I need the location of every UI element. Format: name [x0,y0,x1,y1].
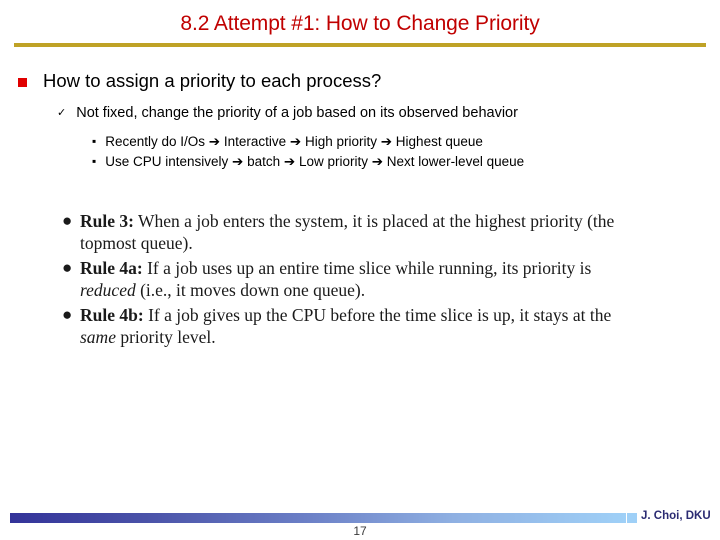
square-bullet-icon [18,78,27,87]
bullet-level1: How to assign a priority to each process… [18,70,708,92]
round-bullet-icon: ● [62,257,73,277]
page-title: 8.2 Attempt #1: How to Change Priority [180,12,540,35]
title-divider [14,43,706,47]
rule-body-2: (i.e., it moves down one queue). [135,280,366,301]
small-square-bullet-icon: ▪ [92,153,97,168]
rule-item: ● Rule 4a: If a job uses up an entire ti… [62,257,622,302]
rule-label: Rule 3: [80,211,134,231]
rule-text: Rule 4b: If a job gives up the CPU befor… [80,304,622,349]
rule-body-2: priority level. [115,326,216,347]
rule-emphasis: reduced [80,280,136,301]
rule-body-1: If a job uses up an entire time slice wh… [142,257,592,278]
textbook-rules-excerpt: ● Rule 3: When a job enters the system, … [62,210,622,350]
bullet-level3: ▪ Use CPU intensively ➔ batch ➔ Low prio… [92,154,712,170]
footer-accent-chip [627,513,637,523]
bullet-level1-label: How to assign a priority to each process… [43,70,382,91]
rule-text: Rule 4a: If a job uses up an entire time… [80,257,622,302]
bullet-level3-list: ▪ Recently do I/Os ➔ Interactive ➔ High … [92,134,712,174]
checkmark-icon: ✓ [57,107,67,119]
rule-item: ● Rule 4b: If a job gives up the CPU bef… [62,304,622,349]
round-bullet-icon: ● [62,211,73,230]
slide-canvas: 8.2 Attempt #1: How to Change Priority H… [0,0,720,540]
bullet-level3-label: Recently do I/Os ➔ Interactive ➔ High pr… [105,134,483,149]
rule-item: ● Rule 3: When a job enters the system, … [62,210,622,255]
round-bullet-icon: ● [62,304,73,324]
rule-text: Rule 3: When a job enters the system, it… [80,210,622,255]
footer-gradient-bar [10,513,626,523]
bullet-level3-label: Use CPU intensively ➔ batch ➔ Low priori… [105,153,525,169]
rule-label: Rule 4a: [80,257,143,278]
rule-label: Rule 4b: [80,304,144,325]
rule-body-1: When a job enters the system, it is plac… [80,211,615,254]
footer-credit: J. Choi, DKU [641,510,711,522]
bullet-level2: ✓ Not fixed, change the priority of a jo… [57,105,717,122]
bullet-level3: ▪ Recently do I/Os ➔ Interactive ➔ High … [92,134,712,150]
rule-body-1: If a job gives up the CPU before the tim… [143,304,612,325]
page-number: 17 [353,524,367,538]
bullet-level2-label: Not fixed, change the priority of a job … [76,105,518,121]
rule-emphasis: same [80,326,116,347]
small-square-bullet-icon: ▪ [92,134,97,148]
